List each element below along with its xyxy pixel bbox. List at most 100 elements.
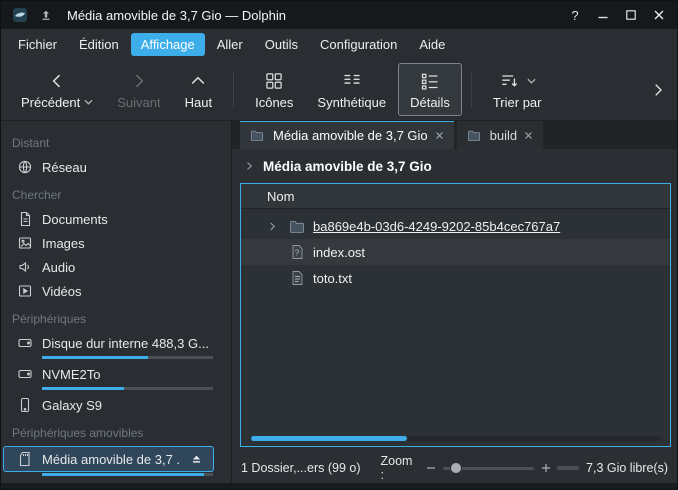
sidebar-item-label: NVME2To	[42, 367, 101, 382]
zoom-slider[interactable]	[443, 461, 534, 475]
horizontal-scrollbar[interactable]	[250, 436, 661, 441]
zoom-in-button[interactable]	[541, 463, 551, 473]
menu-affichage[interactable]: Affichage	[131, 33, 205, 56]
menu-aide[interactable]: Aide	[409, 33, 455, 56]
images-icon	[17, 235, 33, 251]
tab-build[interactable]: build	[457, 121, 543, 149]
menu-edition[interactable]: Édition	[69, 33, 129, 56]
status-summary: 1 Dossier,...ers (99 o)	[241, 461, 361, 475]
window-title: Média amovible de 3,7 Gio — Dolphin	[67, 8, 286, 23]
sidebar-item-label: Disque dur interne 488,3 G...	[42, 336, 209, 351]
overflow-chevron-icon	[649, 81, 667, 99]
tab-label: Média amovible de 3,7 Gio	[273, 128, 428, 143]
file-view[interactable]: Nom ba869e4b-03d6-4249-9202-85b4cec767a7…	[240, 183, 671, 447]
folder-icon	[250, 127, 266, 143]
back-label: Précédent	[21, 95, 80, 110]
forward-button[interactable]: Suivant	[105, 63, 172, 116]
window-bottom-edge	[1, 483, 677, 489]
details-view-label: Détails	[410, 95, 450, 110]
section-header-amovibles: Périphériques amovibles	[1, 417, 231, 445]
sidebar-item-label: Audio	[42, 260, 75, 275]
minimize-button[interactable]	[591, 4, 615, 26]
phone-icon	[17, 397, 33, 413]
sidebar-item-reseau[interactable]: Réseau	[1, 155, 231, 179]
sdcard-icon	[17, 451, 33, 467]
minus-icon	[426, 463, 436, 473]
compact-view-button[interactable]: Synthétique	[305, 63, 398, 116]
sidebar-item-videos[interactable]: Vidéos	[1, 279, 231, 303]
toolbar-separator	[233, 71, 234, 108]
titlebar[interactable]: Média amovible de 3,7 Gio — Dolphin ?	[1, 1, 677, 29]
sidebar-item-nvme2to[interactable]: NVME2To	[1, 362, 231, 386]
eject-icon[interactable]	[190, 453, 203, 466]
icons-view-label: Icônes	[255, 95, 293, 110]
file-row-index-ost[interactable]: ? index.ost	[241, 239, 670, 265]
expand-chevron-icon[interactable]	[267, 221, 281, 232]
sidebar-item-galaxy-s9[interactable]: Galaxy S9	[1, 393, 231, 417]
file-rows: ba869e4b-03d6-4249-9202-85b4cec767a7 ? i…	[241, 209, 670, 291]
hdd-icon	[17, 366, 33, 382]
text-file-icon	[289, 270, 305, 286]
icons-view-button[interactable]: Icônes	[243, 63, 305, 116]
sidebar-item-images[interactable]: Images	[1, 231, 231, 255]
svg-text:?: ?	[295, 248, 300, 257]
sidebar-item-documents[interactable]: Documents	[1, 207, 231, 231]
sidebar-item-media-amovible[interactable]: Média amovible de 3,7 ...	[3, 446, 214, 472]
close-button[interactable]	[647, 4, 671, 26]
tab-close-button[interactable]	[435, 131, 444, 140]
menu-aller[interactable]: Aller	[207, 33, 253, 56]
sidebar-item-disque-interne[interactable]: Disque dur interne 488,3 G...	[1, 331, 231, 355]
slider-handle[interactable]	[450, 462, 462, 474]
forward-label: Suivant	[117, 95, 160, 110]
zoom-label: Zoom :	[381, 454, 420, 482]
maximize-button[interactable]	[619, 4, 643, 26]
unknown-file-icon: ?	[289, 244, 305, 260]
sort-by-button[interactable]: Trier par	[481, 63, 554, 116]
folder-icon	[467, 127, 483, 143]
main-area: Média amovible de 3,7 Gio build Média am…	[232, 121, 677, 483]
menu-outils[interactable]: Outils	[255, 33, 308, 56]
zoom-out-button[interactable]	[426, 463, 436, 473]
compact-view-icon	[342, 71, 362, 91]
file-row-folder[interactable]: ba869e4b-03d6-4249-9202-85b4cec767a7	[241, 213, 670, 239]
breadcrumb-chevron-icon	[243, 160, 255, 172]
close-icon	[653, 9, 665, 21]
forward-icon	[129, 71, 149, 91]
menu-fichier[interactable]: Fichier	[8, 33, 67, 56]
places-panel: Distant Réseau Chercher Documents Images…	[1, 121, 232, 483]
file-name[interactable]: ba869e4b-03d6-4249-9202-85b4cec767a7	[313, 219, 560, 234]
toolbar-overflow-button[interactable]	[645, 77, 671, 103]
videos-icon	[17, 283, 33, 299]
free-space-text: 7,3 Gio libre(s)	[586, 461, 668, 475]
menu-configuration[interactable]: Configuration	[310, 33, 407, 56]
scrollbar-thumb[interactable]	[251, 436, 407, 441]
close-icon	[435, 131, 444, 140]
file-name[interactable]: toto.txt	[313, 271, 352, 286]
sort-by-label: Trier par	[493, 95, 542, 110]
help-button[interactable]: ?	[563, 4, 587, 26]
keep-above-icon[interactable]	[36, 5, 56, 25]
sidebar-item-label: Média amovible de 3,7 ...	[42, 452, 181, 467]
caret-down-icon	[527, 78, 536, 84]
up-button[interactable]: Haut	[173, 63, 224, 116]
file-row-toto-txt[interactable]: toto.txt	[241, 265, 670, 291]
up-icon	[188, 71, 208, 91]
sidebar-item-audio[interactable]: Audio	[1, 255, 231, 279]
tab-close-button[interactable]	[524, 131, 533, 140]
back-icon	[47, 71, 67, 91]
back-button[interactable]: Précédent	[9, 63, 105, 116]
dolphin-window: Média amovible de 3,7 Gio — Dolphin ? Fi…	[0, 0, 678, 490]
sort-icon	[499, 71, 519, 91]
minimize-icon	[597, 9, 609, 21]
tab-label: build	[490, 128, 517, 143]
disk-usage-bar	[42, 356, 213, 359]
tab-media-amovible[interactable]: Média amovible de 3,7 Gio	[240, 121, 454, 149]
sidebar-item-label: Galaxy S9	[42, 398, 102, 413]
breadcrumb-current[interactable]: Média amovible de 3,7 Gio	[263, 159, 432, 174]
details-view-button[interactable]: Détails	[398, 63, 462, 116]
file-name[interactable]: index.ost	[313, 245, 365, 260]
section-header-distant: Distant	[1, 127, 231, 155]
section-header-chercher: Chercher	[1, 179, 231, 207]
network-icon	[17, 159, 33, 175]
column-header-nom[interactable]: Nom	[241, 184, 670, 209]
